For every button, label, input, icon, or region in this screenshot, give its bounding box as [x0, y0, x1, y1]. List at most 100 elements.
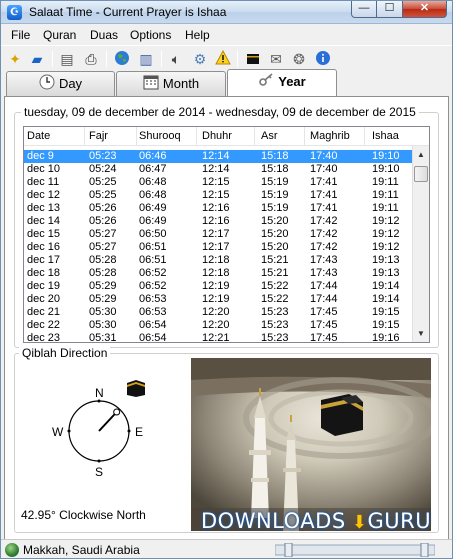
column-divider[interactable]: [304, 127, 305, 146]
cell-asr: 15:20: [261, 215, 289, 227]
book-icon[interactable]: ▰: [28, 50, 46, 68]
cell-maghrib: 17:43: [310, 254, 338, 266]
table-row[interactable]: dec 22 05:30 06:54 12:20 15:23 17:45 19:15: [24, 319, 412, 332]
cell-shurooq: 06:48: [139, 189, 167, 201]
cell-shurooq: 06:51: [139, 254, 167, 266]
table-row[interactable]: dec 19 05:29 06:52 12:19 15:22 17:44 19:14: [24, 280, 412, 293]
cell-shurooq: 06:54: [139, 332, 167, 343]
cell-maghrib: 17:45: [310, 319, 338, 331]
cell-date: dec 20: [27, 293, 61, 305]
printer-icon[interactable]: ⎙: [82, 50, 100, 68]
cell-dhuhr: 12:14: [202, 163, 230, 175]
title-bar[interactable]: ☪ Salaat Time - Current Prayer is Ishaa …: [1, 1, 452, 24]
table-row[interactable]: dec 17 05:28 06:51 12:18 15:21 17:43 19:13: [24, 254, 412, 267]
column-divider[interactable]: [254, 127, 255, 146]
cell-maghrib: 17:45: [310, 332, 338, 343]
menu-bar: File Quran Duas Options Help: [1, 25, 452, 44]
cell-asr: 15:21: [261, 254, 289, 266]
cell-maghrib: 17:43: [310, 267, 338, 279]
compass-south-label: S: [95, 465, 103, 479]
column-header-maghrib[interactable]: Maghrib: [310, 130, 350, 142]
cell-shurooq: 06:53: [139, 306, 167, 318]
minimize-button[interactable]: —: [351, 1, 377, 18]
menu-duas[interactable]: Duas: [90, 28, 118, 42]
gears-icon[interactable]: ❂: [290, 50, 308, 68]
settings-icon[interactable]: ⚙: [191, 50, 209, 68]
cell-shurooq: 06:48: [139, 176, 167, 188]
column-divider[interactable]: [136, 127, 137, 146]
scroll-down-icon[interactable]: ▼: [413, 325, 429, 342]
cell-dhuhr: 12:20: [202, 319, 230, 331]
scroll-up-icon[interactable]: ▲: [413, 146, 429, 163]
cell-asr: 15:19: [261, 202, 289, 214]
zoom-slider[interactable]: [275, 543, 435, 557]
cell-asr: 15:19: [261, 176, 289, 188]
cell-maghrib: 17:45: [310, 306, 338, 318]
table-scrollbar[interactable]: ▲ ▼: [412, 146, 429, 342]
menu-file[interactable]: File: [11, 28, 30, 42]
wallet-icon[interactable]: ✉: [267, 50, 285, 68]
column-header-shurooq[interactable]: Shurooq: [139, 130, 181, 142]
table-row[interactable]: dec 12 05:25 06:48 12:15 15:19 17:41 19:11: [24, 189, 412, 202]
column-header-dhuhr[interactable]: Dhuhr: [202, 130, 232, 142]
menu-options[interactable]: Options: [130, 28, 171, 42]
cell-dhuhr: 12:18: [202, 267, 230, 279]
document-icon[interactable]: ▤: [58, 50, 76, 68]
cell-shurooq: 06:52: [139, 267, 167, 279]
kaaba-icon[interactable]: [244, 50, 262, 68]
table-row[interactable]: dec 18 05:28 06:52 12:18 15:21 17:43 19:13: [24, 267, 412, 280]
warning-icon[interactable]: [214, 49, 232, 68]
maximize-button[interactable]: ☐: [377, 1, 403, 18]
column-divider[interactable]: [364, 127, 365, 146]
prayer-times-table[interactable]: Date Fajr Shurooq Dhuhr Asr Maghrib Isha…: [23, 126, 430, 343]
status-location: Makkah, Saudi Arabia: [23, 543, 140, 557]
scroll-thumb[interactable]: [414, 166, 428, 182]
cell-ishaa: 19:14: [372, 293, 400, 305]
speaker-icon[interactable]: 🔈︎: [167, 50, 185, 68]
column-header-fajr[interactable]: Fajr: [89, 130, 108, 142]
table-row[interactable]: dec 16 05:27 06:51 12:17 15:20 17:42 19:12: [24, 241, 412, 254]
table-row[interactable]: dec 9 05:23 06:46 12:14 15:18 17:40 19:10: [24, 150, 412, 163]
cell-ishaa: 19:10: [372, 150, 400, 162]
cell-date: dec 9: [27, 150, 54, 162]
tab-month[interactable]: Month: [116, 71, 226, 96]
globe-icon[interactable]: [113, 50, 131, 68]
menu-help[interactable]: Help: [185, 28, 210, 42]
table-row[interactable]: dec 15 05:27 06:50 12:17 15:20 17:42 19:12: [24, 228, 412, 241]
column-header-date[interactable]: Date: [27, 130, 50, 142]
tab-year[interactable]: Year: [227, 69, 337, 96]
cell-fajr: 05:26: [89, 202, 117, 214]
menu-quran[interactable]: Quran: [43, 28, 76, 42]
close-button[interactable]: ✕: [403, 1, 447, 18]
notepad-icon[interactable]: ▥: [137, 50, 155, 68]
table-row[interactable]: dec 23 05:31 06:54 12:21 15:23 17:45 19:16: [24, 332, 412, 343]
tab-day[interactable]: Day: [6, 71, 115, 96]
table-row[interactable]: dec 13 05:26 06:49 12:16 15:19 17:41 19:11: [24, 202, 412, 215]
cell-dhuhr: 12:17: [202, 241, 230, 253]
column-header-asr[interactable]: Asr: [261, 130, 278, 142]
info-icon[interactable]: [314, 50, 332, 68]
cell-fajr: 05:23: [89, 150, 117, 162]
cell-maghrib: 17:40: [310, 150, 338, 162]
table-row[interactable]: dec 21 05:30 06:53 12:20 15:23 17:45 19:15: [24, 306, 412, 319]
cell-ishaa: 19:15: [372, 319, 400, 331]
column-divider[interactable]: [84, 127, 85, 146]
cell-date: dec 21: [27, 306, 61, 318]
cell-dhuhr: 12:14: [202, 150, 230, 162]
table-row[interactable]: dec 10 05:24 06:47 12:14 15:18 17:40 19:10: [24, 163, 412, 176]
table-row[interactable]: dec 20 05:29 06:53 12:19 15:22 17:44 19:14: [24, 293, 412, 306]
cell-asr: 15:18: [261, 150, 289, 162]
cell-date: dec 12: [27, 189, 61, 201]
cell-asr: 15:22: [261, 293, 289, 305]
clock-icon: [39, 74, 55, 90]
cell-fajr: 05:28: [89, 267, 117, 279]
cell-asr: 15:18: [261, 163, 289, 175]
column-header-ishaa[interactable]: Ishaa: [372, 130, 399, 142]
column-divider[interactable]: [196, 127, 197, 146]
table-row[interactable]: dec 11 05:25 06:48 12:15 15:19 17:41 19:11: [24, 176, 412, 189]
cell-fajr: 05:30: [89, 319, 117, 331]
table-row[interactable]: dec 14 05:26 06:49 12:16 15:20 17:42 19:12: [24, 215, 412, 228]
cell-fajr: 05:24: [89, 163, 117, 175]
cell-ishaa: 19:13: [372, 254, 400, 266]
lamp-icon[interactable]: ✦: [6, 50, 24, 68]
